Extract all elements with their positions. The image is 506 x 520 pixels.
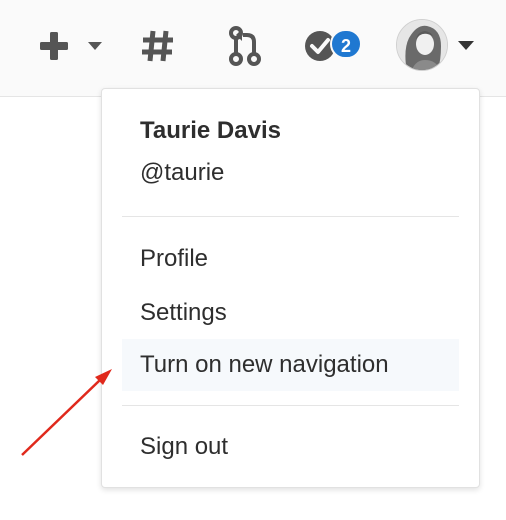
user-full-name: Taurie Davis bbox=[140, 117, 281, 144]
menu-item-sign-out[interactable]: Sign out bbox=[122, 421, 459, 473]
avatar bbox=[396, 19, 448, 71]
merge-requests-link[interactable] bbox=[226, 26, 264, 66]
menu-item-settings[interactable]: Settings bbox=[122, 287, 459, 339]
caret-down-icon bbox=[88, 42, 102, 50]
todos-link[interactable]: 2 bbox=[300, 26, 370, 66]
hash-icon bbox=[142, 30, 173, 62]
user-dropdown-menu: Taurie Davis @taurie Profile Settings Tu… bbox=[101, 88, 480, 488]
issues-link[interactable] bbox=[138, 28, 178, 64]
merge-request-icon bbox=[229, 26, 261, 66]
menu-divider bbox=[122, 405, 459, 406]
todos-count-badge: 2 bbox=[330, 29, 362, 59]
new-dropdown-toggle[interactable] bbox=[36, 28, 108, 64]
menu-divider bbox=[122, 216, 459, 217]
user-username: @taurie bbox=[140, 159, 225, 186]
menu-item-profile[interactable]: Profile bbox=[122, 233, 459, 285]
menu-item-turn-on-new-navigation[interactable]: Turn on new navigation bbox=[122, 339, 459, 391]
caret-down-icon bbox=[458, 41, 474, 50]
top-navigation-bar: 2 bbox=[0, 0, 506, 97]
plus-icon bbox=[40, 32, 68, 60]
user-menu-toggle[interactable] bbox=[394, 17, 484, 73]
